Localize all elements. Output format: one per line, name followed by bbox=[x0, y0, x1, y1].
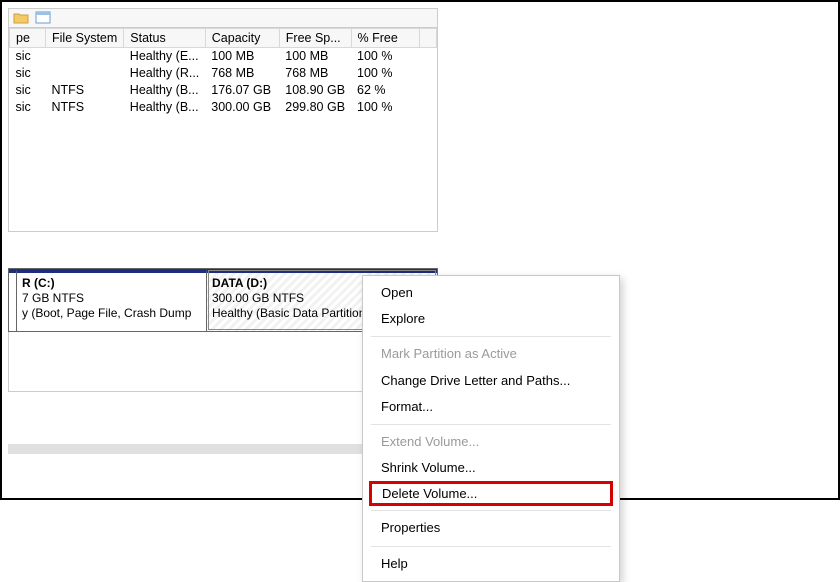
partition-size: 7 GB NTFS bbox=[22, 291, 201, 306]
table-row[interactable]: sicNTFSHealthy (B...176.07 GB108.90 GB62… bbox=[10, 82, 437, 99]
col-type[interactable]: pe bbox=[10, 29, 46, 48]
menu-help[interactable]: Help bbox=[363, 551, 619, 577]
partition-sliver[interactable] bbox=[9, 269, 17, 331]
volume-table: pe File System Status Capacity Free Sp..… bbox=[9, 28, 437, 116]
partition-title: R (C:) bbox=[22, 276, 201, 291]
menu-open[interactable]: Open bbox=[363, 280, 619, 306]
window-icon bbox=[35, 10, 51, 26]
menu-separator bbox=[371, 510, 611, 511]
menu-delete-volume[interactable]: Delete Volume... bbox=[382, 486, 600, 501]
menu-properties[interactable]: Properties bbox=[363, 515, 619, 541]
menu-extend-volume: Extend Volume... bbox=[363, 429, 619, 455]
table-row[interactable]: sicHealthy (R...768 MB768 MB100 % bbox=[10, 65, 437, 82]
menu-mark-active: Mark Partition as Active bbox=[363, 341, 619, 367]
menu-format[interactable]: Format... bbox=[363, 394, 619, 420]
col-status[interactable]: Status bbox=[124, 29, 205, 48]
col-free[interactable]: Free Sp... bbox=[279, 29, 351, 48]
table-row[interactable]: sicNTFSHealthy (B...300.00 GB299.80 GB10… bbox=[10, 99, 437, 116]
partition-c[interactable]: R (C:) 7 GB NTFS y (Boot, Page File, Cra… bbox=[17, 269, 207, 331]
col-cap[interactable]: Capacity bbox=[205, 29, 279, 48]
col-pct[interactable]: % Free bbox=[351, 29, 419, 48]
partition-status: y (Boot, Page File, Crash Dump bbox=[22, 306, 201, 321]
menu-separator bbox=[371, 424, 611, 425]
folder-icon bbox=[13, 10, 29, 26]
menu-shrink-volume[interactable]: Shrink Volume... bbox=[363, 455, 619, 481]
toolbar bbox=[8, 8, 438, 28]
table-row[interactable]: sicHealthy (E...100 MB100 MB100 % bbox=[10, 48, 437, 66]
menu-delete-volume-highlight: Delete Volume... bbox=[369, 481, 613, 506]
menu-separator bbox=[371, 546, 611, 547]
context-menu: Open Explore Mark Partition as Active Ch… bbox=[362, 275, 620, 582]
col-fs[interactable]: File System bbox=[46, 29, 124, 48]
menu-separator bbox=[371, 336, 611, 337]
volume-list[interactable]: pe File System Status Capacity Free Sp..… bbox=[8, 28, 438, 232]
menu-explore[interactable]: Explore bbox=[363, 306, 619, 332]
col-spacer bbox=[419, 29, 436, 48]
menu-change-letter[interactable]: Change Drive Letter and Paths... bbox=[363, 368, 619, 394]
